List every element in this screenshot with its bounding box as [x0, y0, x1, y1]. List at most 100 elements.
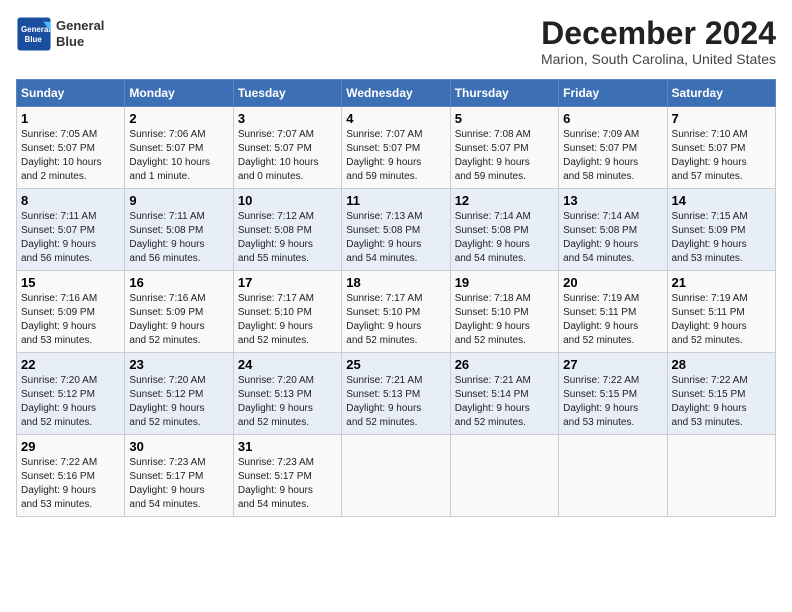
calendar-cell: 3 Sunrise: 7:07 AMSunset: 5:07 PMDaylight… [233, 107, 341, 189]
day-info: Sunrise: 7:23 AMSunset: 5:17 PMDaylight:… [238, 456, 337, 512]
day-info: Sunrise: 7:16 AMSunset: 5:09 PMDaylight:… [129, 292, 228, 348]
day-number: 7 [672, 111, 771, 126]
day-info: Sunrise: 7:22 AMSunset: 5:16 PMDaylight:… [21, 456, 120, 512]
day-number: 3 [238, 111, 337, 126]
day-number: 6 [563, 111, 662, 126]
day-number: 25 [346, 357, 445, 372]
day-number: 16 [129, 275, 228, 290]
calendar-cell: 30 Sunrise: 7:23 AMSunset: 5:17 PMDayligh… [125, 435, 233, 517]
day-info: Sunrise: 7:14 AMSunset: 5:08 PMDaylight:… [455, 210, 554, 266]
day-number: 13 [563, 193, 662, 208]
calendar-cell: 2 Sunrise: 7:06 AMSunset: 5:07 PMDaylight… [125, 107, 233, 189]
calendar-cell: 16 Sunrise: 7:16 AMSunset: 5:09 PMDayligh… [125, 271, 233, 353]
day-number: 26 [455, 357, 554, 372]
day-info: Sunrise: 7:19 AMSunset: 5:11 PMDaylight:… [563, 292, 662, 348]
day-info: Sunrise: 7:07 AMSunset: 5:07 PMDaylight:… [346, 128, 445, 184]
day-info: Sunrise: 7:22 AMSunset: 5:15 PMDaylight:… [672, 374, 771, 430]
day-info: Sunrise: 7:12 AMSunset: 5:08 PMDaylight:… [238, 210, 337, 266]
day-number: 22 [21, 357, 120, 372]
day-number: 4 [346, 111, 445, 126]
day-number: 1 [21, 111, 120, 126]
day-number: 27 [563, 357, 662, 372]
day-number: 17 [238, 275, 337, 290]
calendar-cell: 7Sunrise: 7:10 AMSunset: 5:07 PMDaylight… [667, 107, 775, 189]
day-info: Sunrise: 7:20 AMSunset: 5:12 PMDaylight:… [21, 374, 120, 430]
empty-cell [667, 435, 775, 517]
svg-text:Blue: Blue [25, 35, 43, 44]
calendar-cell: 25Sunrise: 7:21 AMSunset: 5:13 PMDayligh… [342, 353, 450, 435]
calendar-cell: 22 Sunrise: 7:20 AMSunset: 5:12 PMDayligh… [17, 353, 125, 435]
calendar-cell: 31Sunrise: 7:23 AMSunset: 5:17 PMDayligh… [233, 435, 341, 517]
day-info: Sunrise: 7:21 AMSunset: 5:14 PMDaylight:… [455, 374, 554, 430]
day-info: Sunrise: 7:17 AMSunset: 5:10 PMDaylight:… [346, 292, 445, 348]
calendar-cell: 10 Sunrise: 7:12 AMSunset: 5:08 PMDayligh… [233, 189, 341, 271]
day-number: 11 [346, 193, 445, 208]
weekday-header: Sunday [17, 80, 125, 107]
day-info: Sunrise: 7:09 AMSunset: 5:07 PMDaylight:… [563, 128, 662, 184]
day-info: Sunrise: 7:19 AMSunset: 5:11 PMDaylight:… [672, 292, 771, 348]
calendar-cell: 15 Sunrise: 7:16 AMSunset: 5:09 PMDayligh… [17, 271, 125, 353]
day-info: Sunrise: 7:15 AMSunset: 5:09 PMDaylight:… [672, 210, 771, 266]
calendar-cell: 4 Sunrise: 7:07 AMSunset: 5:07 PMDaylight… [342, 107, 450, 189]
day-info: Sunrise: 7:14 AMSunset: 5:08 PMDaylight:… [563, 210, 662, 266]
calendar-cell: 18 Sunrise: 7:17 AMSunset: 5:10 PMDayligh… [342, 271, 450, 353]
main-title: December 2024 [541, 16, 776, 51]
subtitle: Marion, South Carolina, United States [541, 51, 776, 67]
calendar-cell: 29 Sunrise: 7:22 AMSunset: 5:16 PMDayligh… [17, 435, 125, 517]
logo-text: General Blue [56, 18, 104, 49]
calendar-cell: 5 Sunrise: 7:08 AMSunset: 5:07 PMDaylight… [450, 107, 558, 189]
day-info: Sunrise: 7:08 AMSunset: 5:07 PMDaylight:… [455, 128, 554, 184]
calendar-cell: 19 Sunrise: 7:18 AMSunset: 5:10 PMDayligh… [450, 271, 558, 353]
day-number: 8 [21, 193, 120, 208]
day-number: 24 [238, 357, 337, 372]
day-info: Sunrise: 7:23 AMSunset: 5:17 PMDaylight:… [129, 456, 228, 512]
day-info: Sunrise: 7:20 AMSunset: 5:13 PMDaylight:… [238, 374, 337, 430]
calendar-table: SundayMondayTuesdayWednesdayThursdayFrid… [16, 79, 776, 517]
calendar-cell: 13 Sunrise: 7:14 AMSunset: 5:08 PMDayligh… [559, 189, 667, 271]
logo: General Blue General Blue [16, 16, 104, 52]
day-info: Sunrise: 7:11 AMSunset: 5:08 PMDaylight:… [129, 210, 228, 266]
day-number: 29 [21, 439, 120, 454]
day-number: 20 [563, 275, 662, 290]
day-info: Sunrise: 7:17 AMSunset: 5:10 PMDaylight:… [238, 292, 337, 348]
day-info: Sunrise: 7:18 AMSunset: 5:10 PMDaylight:… [455, 292, 554, 348]
day-number: 10 [238, 193, 337, 208]
calendar-cell: 11Sunrise: 7:13 AMSunset: 5:08 PMDayligh… [342, 189, 450, 271]
day-number: 23 [129, 357, 228, 372]
day-number: 5 [455, 111, 554, 126]
day-info: Sunrise: 7:16 AMSunset: 5:09 PMDaylight:… [21, 292, 120, 348]
day-number: 30 [129, 439, 228, 454]
calendar-cell: 9 Sunrise: 7:11 AMSunset: 5:08 PMDaylight… [125, 189, 233, 271]
calendar-cell: 26 Sunrise: 7:21 AMSunset: 5:14 PMDayligh… [450, 353, 558, 435]
day-number: 18 [346, 275, 445, 290]
weekday-header: Thursday [450, 80, 558, 107]
calendar-cell: 27 Sunrise: 7:22 AMSunset: 5:15 PMDayligh… [559, 353, 667, 435]
day-info: Sunrise: 7:07 AMSunset: 5:07 PMDaylight:… [238, 128, 337, 184]
day-info: Sunrise: 7:06 AMSunset: 5:07 PMDaylight:… [129, 128, 228, 184]
day-info: Sunrise: 7:05 AMSunset: 5:07 PMDaylight:… [21, 128, 120, 184]
weekday-header: Friday [559, 80, 667, 107]
day-number: 9 [129, 193, 228, 208]
day-info: Sunrise: 7:20 AMSunset: 5:12 PMDaylight:… [129, 374, 228, 430]
calendar-cell: 1 Sunrise: 7:05 AMSunset: 5:07 PMDaylight… [17, 107, 125, 189]
empty-cell [450, 435, 558, 517]
svg-text:General: General [21, 25, 50, 34]
weekday-header: Monday [125, 80, 233, 107]
day-number: 19 [455, 275, 554, 290]
calendar-cell: 28 Sunrise: 7:22 AMSunset: 5:15 PMDayligh… [667, 353, 775, 435]
calendar-cell: 23 Sunrise: 7:20 AMSunset: 5:12 PMDayligh… [125, 353, 233, 435]
logo-icon: General Blue [16, 16, 52, 52]
calendar-cell: 12Sunrise: 7:14 AMSunset: 5:08 PMDayligh… [450, 189, 558, 271]
day-number: 14 [672, 193, 771, 208]
empty-cell [559, 435, 667, 517]
day-number: 15 [21, 275, 120, 290]
day-info: Sunrise: 7:11 AMSunset: 5:07 PMDaylight:… [21, 210, 120, 266]
day-number: 28 [672, 357, 771, 372]
calendar-cell: 20 Sunrise: 7:19 AMSunset: 5:11 PMDayligh… [559, 271, 667, 353]
day-info: Sunrise: 7:22 AMSunset: 5:15 PMDaylight:… [563, 374, 662, 430]
weekday-header: Saturday [667, 80, 775, 107]
day-number: 2 [129, 111, 228, 126]
calendar-header: SundayMondayTuesdayWednesdayThursdayFrid… [17, 80, 776, 107]
weekday-header: Tuesday [233, 80, 341, 107]
calendar-cell: 6 Sunrise: 7:09 AMSunset: 5:07 PMDaylight… [559, 107, 667, 189]
